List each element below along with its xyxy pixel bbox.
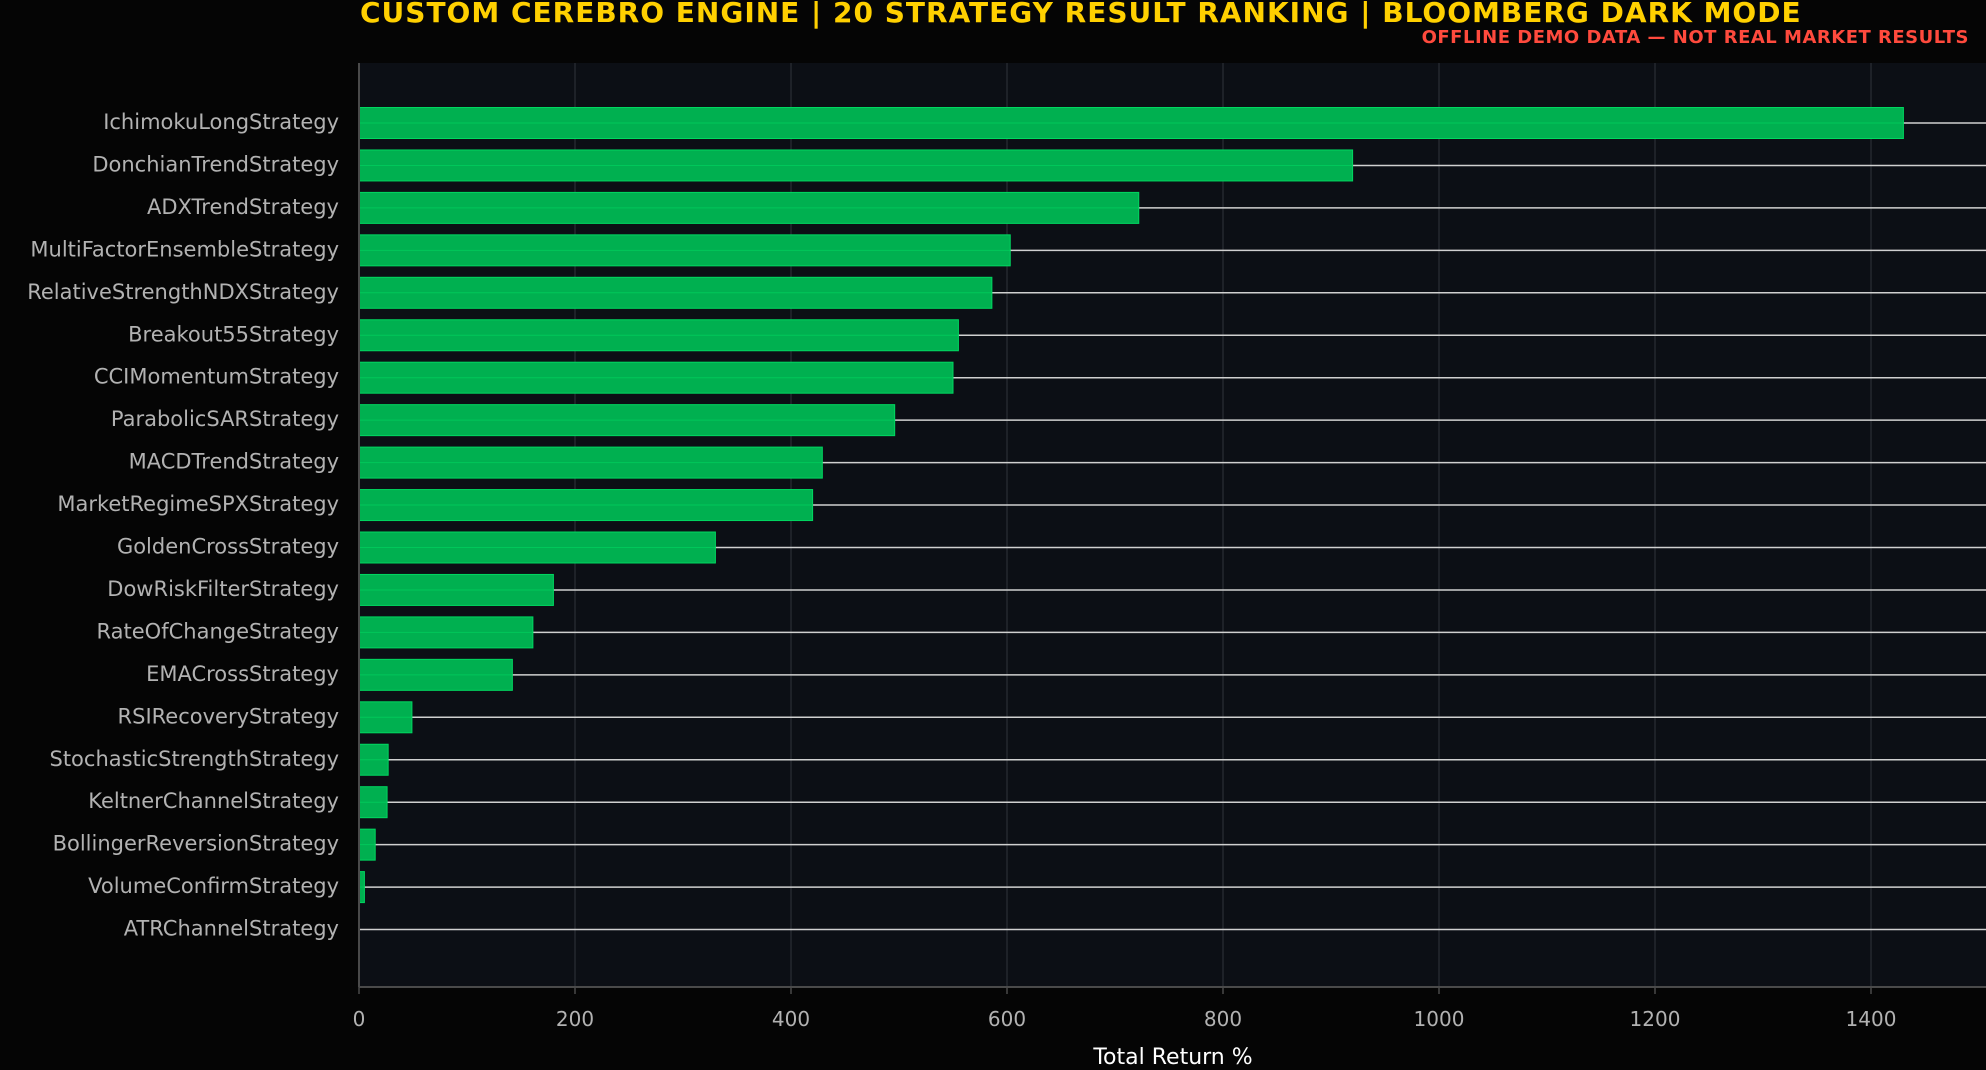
category-label: MACDTrendStrategy	[129, 450, 339, 474]
category-label: ParabolicSARStrategy	[111, 407, 339, 431]
category-label: EMACrossStrategy	[146, 662, 339, 686]
category-label: MultiFactorEnsembleStrategy	[30, 237, 339, 261]
category-label: Breakout55Strategy	[128, 322, 339, 346]
category-label: DonchianTrendStrategy	[92, 152, 339, 176]
x-tick-label: 1200	[1630, 1007, 1681, 1031]
category-label: ADXTrendStrategy	[147, 195, 339, 219]
category-label: ATRChannelStrategy	[124, 917, 339, 941]
category-label: RateOfChangeStrategy	[97, 619, 339, 643]
bar-chart: IchimokuLongStrategy DonchianTrendStrateg…	[27, 63, 1986, 1070]
category-labels: IchimokuLongStrategy DonchianTrendStrateg…	[27, 110, 339, 941]
category-label: MarketRegimeSPXStrategy	[57, 492, 339, 516]
x-tick-label: 800	[1204, 1007, 1242, 1031]
x-axis-title: Total Return %	[1092, 1045, 1252, 1070]
category-label: VolumeConfirmStrategy	[88, 874, 339, 898]
x-tick-label: 0	[353, 1007, 366, 1031]
category-label: CCIMomentumStrategy	[94, 365, 339, 389]
category-label: BollingerReversionStrategy	[53, 832, 339, 856]
category-label: GoldenCrossStrategy	[117, 535, 339, 559]
category-label: StochasticStrengthStrategy	[49, 747, 339, 771]
category-label: IchimokuLongStrategy	[103, 110, 339, 134]
x-tick-label: 400	[772, 1007, 810, 1031]
category-label: RelativeStrengthNDXStrategy	[27, 280, 339, 304]
x-tick-label: 600	[988, 1007, 1026, 1031]
category-label: KeltnerChannelStrategy	[88, 789, 339, 813]
x-tick-label: 1400	[1846, 1007, 1897, 1031]
x-tick-labels: 0 200 400 600 800 1000 1200 1400	[353, 987, 1897, 1031]
x-tick-label: 200	[556, 1007, 594, 1031]
x-tick-label: 1000	[1414, 1007, 1465, 1031]
category-label: RSIRecoveryStrategy	[118, 704, 339, 728]
category-label: DowRiskFilterStrategy	[107, 577, 339, 601]
